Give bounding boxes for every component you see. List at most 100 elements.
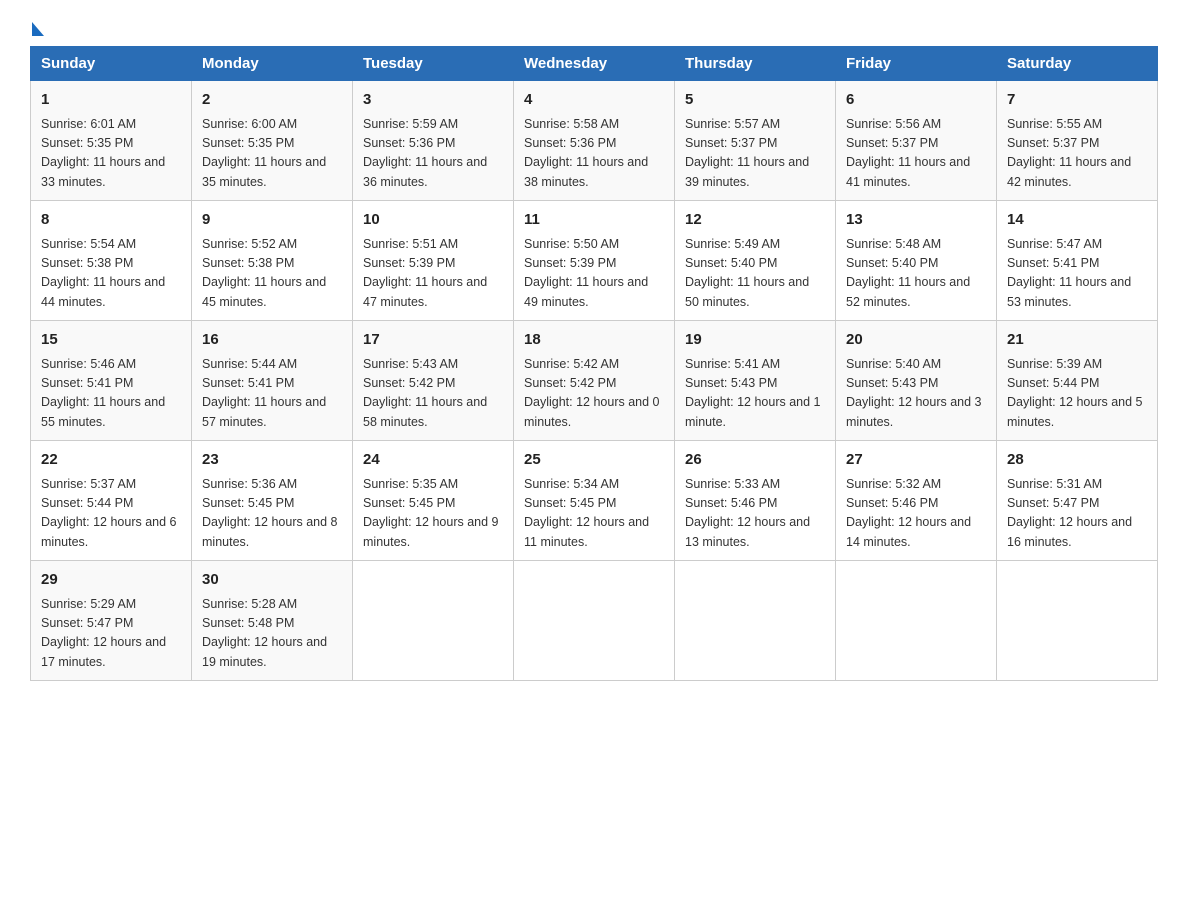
calendar-cell: 29 Sunrise: 5:29 AM Sunset: 5:47 PM Dayl… [31, 561, 192, 681]
calendar-cell: 1 Sunrise: 6:01 AM Sunset: 5:35 PM Dayli… [31, 81, 192, 201]
calendar-week-3: 15 Sunrise: 5:46 AM Sunset: 5:41 PM Dayl… [31, 321, 1158, 441]
day-info: Sunrise: 6:00 AM Sunset: 5:35 PM Dayligh… [202, 115, 342, 193]
day-info: Sunrise: 5:28 AM Sunset: 5:48 PM Dayligh… [202, 595, 342, 673]
calendar-cell: 28 Sunrise: 5:31 AM Sunset: 5:47 PM Dayl… [997, 441, 1158, 561]
day-info: Sunrise: 5:56 AM Sunset: 5:37 PM Dayligh… [846, 115, 986, 193]
day-number: 15 [41, 329, 181, 352]
calendar-cell: 2 Sunrise: 6:00 AM Sunset: 5:35 PM Dayli… [192, 81, 353, 201]
header-saturday: Saturday [997, 47, 1158, 81]
calendar-cell: 14 Sunrise: 5:47 AM Sunset: 5:41 PM Dayl… [997, 201, 1158, 321]
day-number: 5 [685, 89, 825, 112]
day-info: Sunrise: 5:33 AM Sunset: 5:46 PM Dayligh… [685, 475, 825, 553]
day-number: 12 [685, 209, 825, 232]
day-number: 23 [202, 449, 342, 472]
calendar-cell: 6 Sunrise: 5:56 AM Sunset: 5:37 PM Dayli… [836, 81, 997, 201]
calendar-week-5: 29 Sunrise: 5:29 AM Sunset: 5:47 PM Dayl… [31, 561, 1158, 681]
calendar-cell: 19 Sunrise: 5:41 AM Sunset: 5:43 PM Dayl… [675, 321, 836, 441]
day-number: 27 [846, 449, 986, 472]
calendar-cell: 23 Sunrise: 5:36 AM Sunset: 5:45 PM Dayl… [192, 441, 353, 561]
day-info: Sunrise: 5:51 AM Sunset: 5:39 PM Dayligh… [363, 235, 503, 313]
calendar-cell [514, 561, 675, 681]
calendar-cell [997, 561, 1158, 681]
calendar-cell: 10 Sunrise: 5:51 AM Sunset: 5:39 PM Dayl… [353, 201, 514, 321]
day-info: Sunrise: 5:50 AM Sunset: 5:39 PM Dayligh… [524, 235, 664, 313]
day-info: Sunrise: 5:46 AM Sunset: 5:41 PM Dayligh… [41, 355, 181, 433]
day-number: 1 [41, 89, 181, 112]
header-row: Sunday Monday Tuesday Wednesday Thursday… [31, 47, 1158, 81]
day-number: 3 [363, 89, 503, 112]
page-header [30, 20, 1158, 36]
day-info: Sunrise: 5:42 AM Sunset: 5:42 PM Dayligh… [524, 355, 664, 433]
day-info: Sunrise: 5:29 AM Sunset: 5:47 PM Dayligh… [41, 595, 181, 673]
day-number: 29 [41, 569, 181, 592]
day-info: Sunrise: 5:47 AM Sunset: 5:41 PM Dayligh… [1007, 235, 1147, 313]
day-number: 9 [202, 209, 342, 232]
header-thursday: Thursday [675, 47, 836, 81]
calendar-cell: 15 Sunrise: 5:46 AM Sunset: 5:41 PM Dayl… [31, 321, 192, 441]
day-number: 18 [524, 329, 664, 352]
calendar-cell [836, 561, 997, 681]
day-number: 25 [524, 449, 664, 472]
day-info: Sunrise: 5:59 AM Sunset: 5:36 PM Dayligh… [363, 115, 503, 193]
day-info: Sunrise: 5:37 AM Sunset: 5:44 PM Dayligh… [41, 475, 181, 553]
day-info: Sunrise: 5:31 AM Sunset: 5:47 PM Dayligh… [1007, 475, 1147, 553]
calendar-cell: 16 Sunrise: 5:44 AM Sunset: 5:41 PM Dayl… [192, 321, 353, 441]
calendar-cell: 18 Sunrise: 5:42 AM Sunset: 5:42 PM Dayl… [514, 321, 675, 441]
day-info: Sunrise: 5:58 AM Sunset: 5:36 PM Dayligh… [524, 115, 664, 193]
header-friday: Friday [836, 47, 997, 81]
day-info: Sunrise: 5:54 AM Sunset: 5:38 PM Dayligh… [41, 235, 181, 313]
day-number: 24 [363, 449, 503, 472]
header-wednesday: Wednesday [514, 47, 675, 81]
day-info: Sunrise: 5:55 AM Sunset: 5:37 PM Dayligh… [1007, 115, 1147, 193]
day-number: 6 [846, 89, 986, 112]
day-number: 20 [846, 329, 986, 352]
calendar-week-4: 22 Sunrise: 5:37 AM Sunset: 5:44 PM Dayl… [31, 441, 1158, 561]
header-sunday: Sunday [31, 47, 192, 81]
day-info: Sunrise: 5:32 AM Sunset: 5:46 PM Dayligh… [846, 475, 986, 553]
day-number: 16 [202, 329, 342, 352]
header-monday: Monday [192, 47, 353, 81]
calendar-cell: 3 Sunrise: 5:59 AM Sunset: 5:36 PM Dayli… [353, 81, 514, 201]
day-number: 11 [524, 209, 664, 232]
calendar-cell: 11 Sunrise: 5:50 AM Sunset: 5:39 PM Dayl… [514, 201, 675, 321]
calendar-cell: 12 Sunrise: 5:49 AM Sunset: 5:40 PM Dayl… [675, 201, 836, 321]
calendar-cell: 30 Sunrise: 5:28 AM Sunset: 5:48 PM Dayl… [192, 561, 353, 681]
header-tuesday: Tuesday [353, 47, 514, 81]
day-info: Sunrise: 5:48 AM Sunset: 5:40 PM Dayligh… [846, 235, 986, 313]
logo [30, 20, 44, 36]
day-info: Sunrise: 5:49 AM Sunset: 5:40 PM Dayligh… [685, 235, 825, 313]
calendar-cell: 13 Sunrise: 5:48 AM Sunset: 5:40 PM Dayl… [836, 201, 997, 321]
calendar-cell: 22 Sunrise: 5:37 AM Sunset: 5:44 PM Dayl… [31, 441, 192, 561]
day-number: 22 [41, 449, 181, 472]
calendar-cell [353, 561, 514, 681]
calendar-cell: 24 Sunrise: 5:35 AM Sunset: 5:45 PM Dayl… [353, 441, 514, 561]
calendar-cell: 4 Sunrise: 5:58 AM Sunset: 5:36 PM Dayli… [514, 81, 675, 201]
calendar-cell: 26 Sunrise: 5:33 AM Sunset: 5:46 PM Dayl… [675, 441, 836, 561]
day-number: 8 [41, 209, 181, 232]
day-info: Sunrise: 5:40 AM Sunset: 5:43 PM Dayligh… [846, 355, 986, 433]
day-number: 10 [363, 209, 503, 232]
calendar-table: Sunday Monday Tuesday Wednesday Thursday… [30, 46, 1158, 681]
calendar-cell: 8 Sunrise: 5:54 AM Sunset: 5:38 PM Dayli… [31, 201, 192, 321]
day-number: 26 [685, 449, 825, 472]
calendar-cell: 9 Sunrise: 5:52 AM Sunset: 5:38 PM Dayli… [192, 201, 353, 321]
calendar-cell: 20 Sunrise: 5:40 AM Sunset: 5:43 PM Dayl… [836, 321, 997, 441]
day-info: Sunrise: 5:39 AM Sunset: 5:44 PM Dayligh… [1007, 355, 1147, 433]
day-number: 21 [1007, 329, 1147, 352]
day-info: Sunrise: 6:01 AM Sunset: 5:35 PM Dayligh… [41, 115, 181, 193]
day-number: 30 [202, 569, 342, 592]
day-info: Sunrise: 5:41 AM Sunset: 5:43 PM Dayligh… [685, 355, 825, 433]
day-number: 17 [363, 329, 503, 352]
calendar-week-1: 1 Sunrise: 6:01 AM Sunset: 5:35 PM Dayli… [31, 81, 1158, 201]
day-info: Sunrise: 5:34 AM Sunset: 5:45 PM Dayligh… [524, 475, 664, 553]
day-info: Sunrise: 5:35 AM Sunset: 5:45 PM Dayligh… [363, 475, 503, 553]
day-info: Sunrise: 5:36 AM Sunset: 5:45 PM Dayligh… [202, 475, 342, 553]
calendar-cell: 21 Sunrise: 5:39 AM Sunset: 5:44 PM Dayl… [997, 321, 1158, 441]
day-number: 19 [685, 329, 825, 352]
day-number: 2 [202, 89, 342, 112]
calendar-cell: 5 Sunrise: 5:57 AM Sunset: 5:37 PM Dayli… [675, 81, 836, 201]
calendar-cell: 27 Sunrise: 5:32 AM Sunset: 5:46 PM Dayl… [836, 441, 997, 561]
day-info: Sunrise: 5:43 AM Sunset: 5:42 PM Dayligh… [363, 355, 503, 433]
day-number: 13 [846, 209, 986, 232]
day-info: Sunrise: 5:44 AM Sunset: 5:41 PM Dayligh… [202, 355, 342, 433]
